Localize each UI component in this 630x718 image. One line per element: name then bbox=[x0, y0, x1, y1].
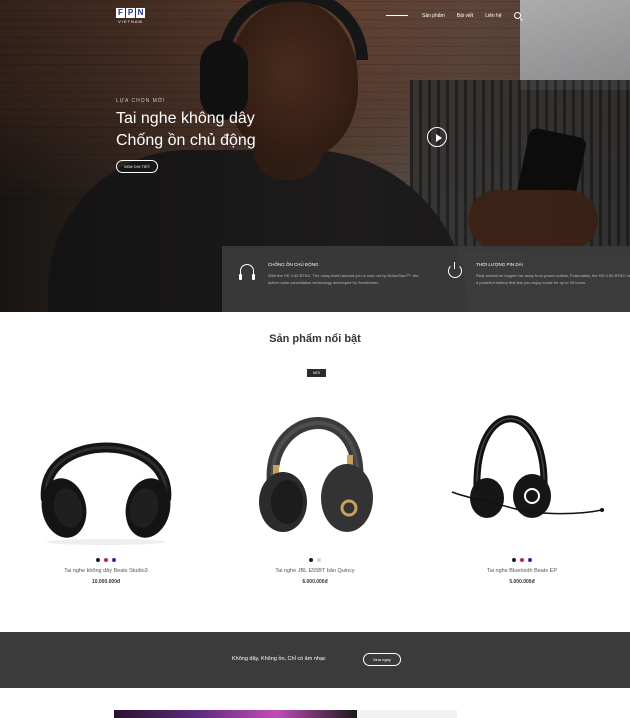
power-icon bbox=[448, 262, 462, 278]
buy-now-button[interactable]: Mua ngay bbox=[363, 653, 401, 666]
top-navigation: F P N VIETNAM Sản phẩm Bài viết Liên hệ bbox=[0, 0, 630, 34]
product-name[interactable]: Tai nghe JBL E55BT bản Quincy bbox=[225, 568, 405, 574]
product-name[interactable]: Tai nghe Bluetooth Beats EP bbox=[432, 568, 612, 574]
color-swatch[interactable] bbox=[528, 558, 532, 562]
color-swatches bbox=[432, 558, 612, 562]
product-card[interactable]: Tai nghe JBL E55BT bản Quincy 6.000.000đ bbox=[225, 390, 405, 590]
product-image-beats-ep[interactable] bbox=[432, 390, 612, 550]
color-swatch[interactable] bbox=[520, 558, 524, 562]
hero-kicker: LỰA CHỌN MỚI bbox=[116, 98, 166, 104]
hero-details-button[interactable]: XEM CHI TIẾT bbox=[116, 160, 158, 173]
color-swatch[interactable] bbox=[104, 558, 108, 562]
product-name[interactable]: Tai nghe không dây Beats Studio3 bbox=[16, 568, 196, 574]
product-price: 10.000.000đ bbox=[91, 579, 121, 585]
color-swatch[interactable] bbox=[512, 558, 516, 562]
headset-icon bbox=[239, 264, 255, 280]
active-indicator bbox=[386, 15, 408, 16]
main-menu: Sản phẩm Bài viết Liên hệ bbox=[386, 12, 521, 19]
feature-band: CHỐNG ỒN CHỦ ĐỘNG With the HD 4.50 BTNC.… bbox=[222, 246, 630, 312]
product-card[interactable]: Tai nghe Bluetooth Beats EP 5.000.000đ bbox=[432, 390, 612, 590]
brand-logo[interactable]: F P N VIETNAM bbox=[116, 8, 145, 24]
product-price: 6.000.000đ bbox=[302, 579, 328, 585]
product-card[interactable]: Tai nghe không dây Beats Studio3 10.000.… bbox=[16, 390, 196, 590]
next-section-image bbox=[114, 710, 357, 718]
color-swatch[interactable] bbox=[112, 558, 116, 562]
color-swatch[interactable] bbox=[96, 558, 100, 562]
color-swatch[interactable] bbox=[317, 558, 321, 562]
product-image-beats-studio3[interactable] bbox=[16, 390, 196, 550]
nav-item-contact[interactable]: Liên hệ bbox=[485, 13, 501, 19]
color-swatch[interactable] bbox=[309, 558, 313, 562]
product-image-jbl-e55bt[interactable] bbox=[225, 390, 405, 550]
featured-products-title: Sản phẩm nổi bật bbox=[269, 333, 361, 345]
play-icon[interactable] bbox=[427, 127, 447, 147]
nav-item-articles[interactable]: Bài viết bbox=[457, 13, 473, 19]
nav-item-products[interactable]: Sản phẩm bbox=[422, 13, 445, 19]
cta-band: Không dây, Không ồn, Chỉ có âm nhạc Mua … bbox=[0, 632, 630, 688]
search-icon[interactable] bbox=[513, 12, 521, 19]
new-badge: MỚI bbox=[307, 369, 326, 377]
cta-tagline: Không dây, Không ồn, Chỉ có âm nhạc bbox=[232, 656, 326, 662]
product-price: 5.000.000đ bbox=[509, 579, 535, 585]
color-swatches bbox=[225, 558, 405, 562]
color-swatches bbox=[16, 558, 196, 562]
hero-title: Tai nghe không dây Chống ồn chủ động bbox=[116, 110, 256, 149]
next-section-panel bbox=[357, 710, 457, 718]
